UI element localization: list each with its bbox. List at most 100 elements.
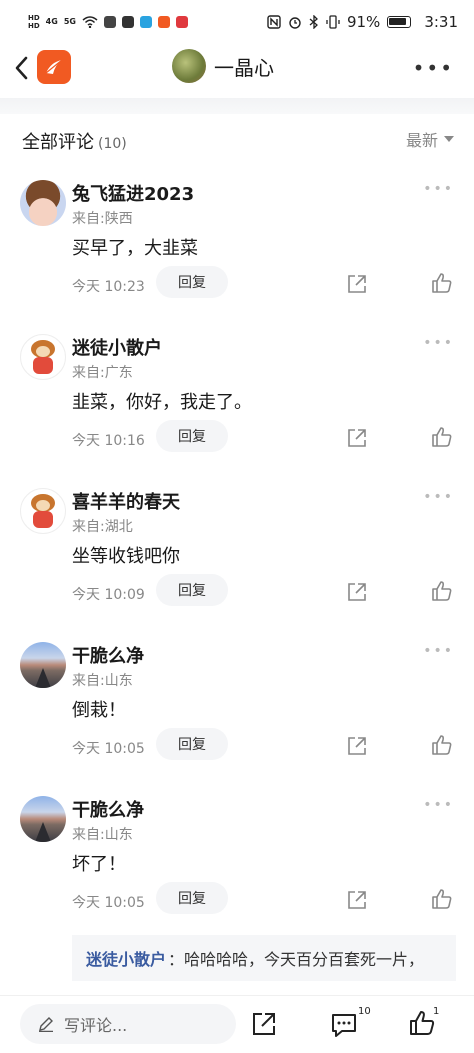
comment-item: 喜羊羊的春天 来自:湖北 坐等收钱吧你 今天 10:09 回复 ••• — [0, 488, 474, 638]
avatar[interactable] — [20, 334, 66, 380]
signal-indicator: HD HD — [28, 14, 40, 30]
reply-button[interactable]: 回复 — [156, 728, 228, 760]
share-icon[interactable] — [251, 1011, 277, 1037]
avatar[interactable] — [20, 180, 66, 226]
battery-percent: 91% — [346, 13, 381, 31]
telegram-icon — [139, 16, 152, 28]
reply-button[interactable]: 回复 — [156, 882, 228, 914]
comment-icon[interactable] — [330, 1011, 358, 1039]
battery-icon — [387, 16, 412, 28]
bluetooth-icon — [309, 15, 318, 29]
comment-item: 干脆么净 来自:山东 倒栽！ 今天 10:05 回复 ••• — [0, 642, 474, 792]
status-right-icons: 91% 3:31 — [267, 13, 458, 31]
avatar[interactable] — [172, 49, 206, 83]
comments-count: (10) — [98, 136, 127, 152]
thumbs-up-icon[interactable] — [430, 579, 454, 603]
monkey-avatar-icon — [28, 340, 58, 374]
thumbs-up-icon[interactable] — [408, 1009, 436, 1037]
quoted-reply-text: ：哈哈哈哈，今天百分百套死一片， — [168, 950, 425, 969]
comment-time: 今天 10:23 — [72, 279, 145, 295]
comment-item: 干脆么净 来自:山东 坏了！ 今天 10:05 回复 ••• — [0, 796, 474, 946]
alarm-icon — [289, 17, 301, 29]
avatar[interactable] — [20, 642, 66, 688]
comment-origin: 来自:湖北 — [72, 519, 133, 535]
status-bar: HD HD 4G 5G 91% 3:31 — [0, 0, 474, 44]
comment-author[interactable]: 兔飞猛进2023 — [72, 180, 194, 206]
divider-strip — [0, 98, 474, 114]
monkey-avatar-icon — [28, 494, 58, 528]
nav-bar: 一晶心 ••• — [0, 44, 474, 92]
comment-text: 坐等收钱吧你 — [72, 546, 180, 567]
comment-text: 韭菜，你好，我走了。 — [72, 392, 252, 413]
comment-origin: 来自:陕西 — [72, 211, 133, 227]
like-count-badge: 1 — [433, 1006, 440, 1017]
comment-time: 今天 10:05 — [72, 895, 145, 911]
comment-count-badge: 10 — [358, 1006, 371, 1017]
comment-text: 坏了！ — [72, 854, 126, 875]
share-icon[interactable] — [346, 581, 368, 603]
comment-author[interactable]: 干脆么净 — [72, 796, 144, 822]
road-avatar-icon — [35, 668, 51, 688]
page-title: 一晶心 — [214, 55, 274, 80]
sort-label: 最新 — [405, 131, 438, 150]
comment-origin: 来自:广东 — [72, 365, 133, 381]
app-notification-icon — [175, 16, 188, 28]
quoted-reply-author[interactable]: 迷徒小散户 — [86, 946, 166, 970]
more-options-icon[interactable]: ••• — [423, 644, 454, 658]
comment-time: 今天 10:05 — [72, 741, 145, 757]
nfc-icon — [267, 15, 281, 29]
comment-item: 迷徒小散户 来自:广东 韭菜，你好，我走了。 今天 10:16 回复 ••• — [0, 334, 474, 484]
comments-header: 全部评论 (10) 最新 — [0, 120, 474, 160]
wifi-icon — [82, 16, 98, 28]
write-comment-placeholder: 写评论... — [64, 1016, 128, 1035]
thumbs-up-icon[interactable] — [430, 425, 454, 449]
thumbs-up-icon[interactable] — [430, 887, 454, 911]
more-options-icon[interactable]: ••• — [413, 58, 454, 78]
network-4g-label: 4G — [45, 17, 58, 26]
quoted-reply[interactable]: 迷徒小散户 ：哈哈哈哈，今天百分百套死一片， — [72, 935, 456, 981]
reply-button[interactable]: 回复 — [156, 574, 228, 606]
write-comment-input[interactable]: 写评论... — [20, 1004, 236, 1044]
reply-button[interactable]: 回复 — [156, 420, 228, 452]
caret-down-icon — [444, 136, 454, 142]
comment-text: 倒栽！ — [72, 700, 126, 721]
share-icon[interactable] — [346, 889, 368, 911]
avatar[interactable] — [20, 796, 66, 842]
bottom-bar: 写评论... 10 1 — [0, 995, 474, 1053]
comment-time: 今天 10:16 — [72, 433, 145, 449]
clock: 3:31 — [424, 13, 458, 31]
thumbs-up-icon[interactable] — [430, 733, 454, 757]
more-options-icon[interactable]: ••• — [423, 798, 454, 812]
app-notification-icon — [121, 16, 134, 28]
vibrate-icon — [326, 15, 340, 29]
user-profile-header[interactable]: 一晶心 — [172, 49, 274, 83]
more-options-icon[interactable]: ••• — [423, 182, 454, 196]
sort-dropdown[interactable]: 最新 — [406, 127, 454, 151]
app-notification-icon — [103, 16, 116, 28]
comment-item: 兔飞猛进2023 来自:陕西 买早了，大韭菜 今天 10:23 回复 ••• — [0, 180, 474, 330]
network-5g-label: 5G — [63, 17, 76, 26]
comment-origin: 来自:山东 — [72, 673, 133, 689]
comment-author[interactable]: 迷徒小散户 — [72, 334, 162, 360]
comment-author[interactable]: 喜羊羊的春天 — [72, 488, 180, 514]
thumbs-up-icon[interactable] — [430, 271, 454, 295]
status-left-icons: HD HD 4G 5G — [28, 14, 188, 30]
comment-origin: 来自:山东 — [72, 827, 133, 843]
reply-button[interactable]: 回复 — [156, 266, 228, 298]
app-logo[interactable] — [37, 50, 71, 84]
more-options-icon[interactable]: ••• — [423, 490, 454, 504]
app-logo-icon — [45, 59, 63, 74]
share-icon[interactable] — [346, 735, 368, 757]
more-options-icon[interactable]: ••• — [423, 336, 454, 350]
comment-author[interactable]: 干脆么净 — [72, 642, 144, 668]
back-arrow-icon[interactable] — [10, 54, 36, 82]
share-icon[interactable] — [346, 273, 368, 295]
share-icon[interactable] — [346, 427, 368, 449]
comment-time: 今天 10:09 — [72, 587, 145, 603]
road-avatar-icon — [35, 822, 51, 842]
pencil-icon — [39, 1017, 53, 1032]
comments-title: 全部评论 (10) — [22, 132, 127, 153]
comment-text: 买早了，大韭菜 — [72, 238, 198, 259]
app-notification-icon — [157, 16, 170, 28]
avatar[interactable] — [20, 488, 66, 534]
